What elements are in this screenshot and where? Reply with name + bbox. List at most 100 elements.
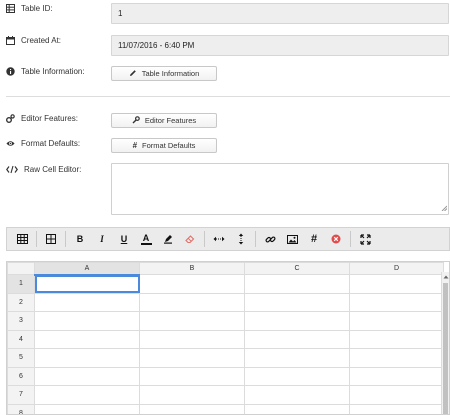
row-header[interactable]: 5	[7, 348, 35, 368]
resize-vertical-button[interactable]	[230, 229, 252, 249]
cell[interactable]	[139, 311, 245, 331]
editor-toolbar: B I U A #	[6, 227, 450, 251]
hashtag-icon: #	[132, 141, 138, 150]
cell[interactable]	[139, 348, 245, 368]
table-information-label: Table Information:	[21, 67, 85, 76]
created-at-label: Created At:	[21, 36, 62, 45]
row-header[interactable]: 1	[7, 274, 35, 294]
cell[interactable]	[244, 274, 350, 294]
calendar-icon	[6, 36, 15, 45]
editor-features-button[interactable]: Editor Features	[111, 113, 217, 128]
raw-cell-editor-textarea[interactable]	[111, 163, 449, 215]
fullscreen-button[interactable]	[354, 229, 376, 249]
cell[interactable]	[34, 311, 140, 331]
vertical-scrollbar[interactable]	[441, 272, 449, 414]
remove-button[interactable]	[325, 229, 347, 249]
font-color-button[interactable]: A	[135, 229, 157, 249]
row-header[interactable]: 6	[7, 366, 35, 386]
cell[interactable]	[244, 311, 350, 331]
link-button[interactable]	[259, 229, 281, 249]
eye-icon	[6, 139, 15, 148]
gears-icon	[6, 114, 15, 123]
cell[interactable]	[244, 403, 350, 414]
grid-corner	[7, 262, 35, 275]
toolbar-separator	[204, 231, 205, 247]
cell[interactable]	[34, 329, 140, 349]
spreadsheet-table: A B C D 1 2 3 4 5 6 7 8	[7, 262, 444, 414]
hash-button[interactable]: #	[303, 229, 325, 249]
cell[interactable]	[34, 292, 140, 312]
cell[interactable]	[349, 311, 444, 331]
cell[interactable]	[139, 385, 245, 405]
spreadsheet-grid: A B C D 1 2 3 4 5 6 7 8	[6, 261, 450, 415]
cell[interactable]	[244, 348, 350, 368]
row-header[interactable]: 3	[7, 311, 35, 331]
editor-features-label-group: Editor Features:	[6, 114, 78, 123]
column-header-d[interactable]: D	[349, 262, 444, 275]
column-header-a[interactable]: A	[34, 262, 140, 276]
created-at-value: 11/07/2016 - 6:40 PM	[118, 41, 195, 50]
underline-button[interactable]: U	[113, 229, 135, 249]
scrollbar-thumb[interactable]	[443, 283, 448, 414]
cell[interactable]	[349, 366, 444, 386]
cell[interactable]	[139, 292, 245, 312]
row-header[interactable]: 8	[7, 403, 35, 414]
column-header-b[interactable]: B	[139, 262, 245, 275]
row-header[interactable]: 7	[7, 385, 35, 405]
cell[interactable]	[34, 348, 140, 368]
cell-a1[interactable]	[34, 274, 140, 294]
cell[interactable]	[34, 385, 140, 405]
eraser-button[interactable]	[179, 229, 201, 249]
toolbar-separator	[255, 231, 256, 247]
table-information-button[interactable]: Table Information	[111, 66, 217, 81]
table-information-label-group: Table Information:	[6, 67, 85, 76]
section-divider	[6, 96, 450, 97]
font-color-glyph: A	[142, 232, 150, 243]
wrench-icon	[132, 115, 140, 126]
cell[interactable]	[244, 329, 350, 349]
row-header[interactable]: 2	[7, 292, 35, 312]
row-header[interactable]: 4	[7, 329, 35, 349]
editor-features-button-label: Editor Features	[144, 116, 197, 125]
cell[interactable]	[139, 403, 245, 414]
cell[interactable]	[349, 274, 444, 294]
cell[interactable]	[139, 366, 245, 386]
toolbar-separator	[350, 231, 351, 247]
scroll-up-icon[interactable]	[442, 272, 449, 282]
cell[interactable]	[139, 329, 245, 349]
raw-cell-editor-label-group: Raw Cell Editor:	[6, 165, 81, 174]
table-id-label: Table ID:	[21, 4, 53, 13]
image-button[interactable]	[281, 229, 303, 249]
bold-button[interactable]: B	[69, 229, 91, 249]
table-icon	[6, 4, 15, 13]
cell[interactable]	[349, 403, 444, 414]
pencil-icon	[129, 69, 137, 79]
resize-grip-icon[interactable]	[441, 204, 448, 213]
raw-cell-editor-label: Raw Cell Editor:	[24, 165, 82, 174]
cell[interactable]	[244, 366, 350, 386]
cell[interactable]	[349, 329, 444, 349]
format-defaults-label-group: Format Defaults:	[6, 139, 80, 148]
italic-button[interactable]: I	[91, 229, 113, 249]
table-icon[interactable]	[11, 229, 33, 249]
table-id-label-group: Table ID:	[6, 4, 53, 13]
info-icon	[6, 67, 15, 76]
toolbar-separator	[65, 231, 66, 247]
resize-horizontal-button[interactable]	[208, 229, 230, 249]
cell[interactable]	[34, 403, 140, 414]
column-header-c[interactable]: C	[244, 262, 350, 275]
table-cells-icon[interactable]	[40, 229, 62, 249]
code-icon	[6, 165, 18, 174]
editor-features-label: Editor Features:	[21, 114, 78, 123]
cell[interactable]	[349, 292, 444, 312]
format-defaults-button[interactable]: # Format Defaults	[111, 138, 217, 153]
created-at-label-group: Created At:	[6, 36, 61, 45]
cell[interactable]	[139, 274, 245, 294]
cell[interactable]	[349, 348, 444, 368]
cell[interactable]	[244, 292, 350, 312]
table-id-field: 1	[111, 3, 449, 24]
cell[interactable]	[349, 385, 444, 405]
highlight-button[interactable]	[157, 229, 179, 249]
cell[interactable]	[34, 366, 140, 386]
cell[interactable]	[244, 385, 350, 405]
